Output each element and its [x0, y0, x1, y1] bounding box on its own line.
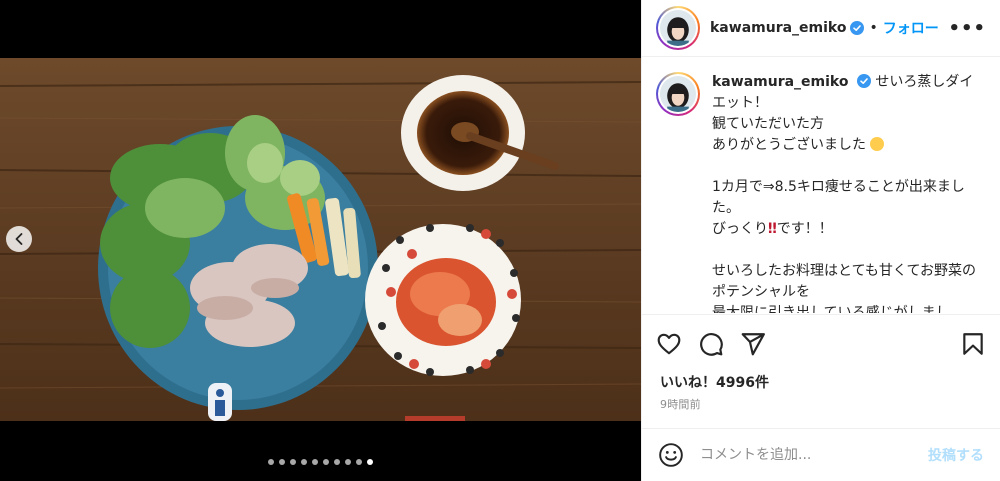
save-button[interactable]: [960, 331, 986, 357]
comment-input[interactable]: [700, 447, 928, 463]
emoji-button[interactable]: [658, 442, 684, 468]
comment-button[interactable]: [698, 331, 724, 357]
caption: kawamura_emiko せいろ蒸しダイエット！ 観ていただいた方 ありがと…: [656, 72, 986, 313]
more-options-button[interactable]: •••: [948, 18, 986, 39]
carousel-dot[interactable]: [301, 459, 307, 465]
carousel-dot[interactable]: [290, 459, 296, 465]
post-header: kawamura_emiko • フォロー •••: [642, 0, 1000, 57]
like-count[interactable]: いいね！4996件: [660, 372, 769, 392]
carousel-dot[interactable]: [334, 459, 340, 465]
carousel-dot[interactable]: [367, 459, 373, 465]
verified-badge-icon: [856, 74, 871, 88]
exclamation-emoji-icon: ‼: [768, 221, 777, 237]
carousel-dot[interactable]: [323, 459, 329, 465]
post-sidebar: kawamura_emiko • フォロー ••• kawamura_emiko…: [641, 0, 1000, 481]
share-icon: [741, 332, 765, 355]
chevron-left-icon: [15, 233, 23, 245]
avatar[interactable]: [656, 6, 700, 50]
caption-text: kawamura_emiko せいろ蒸しダイエット！ 観ていただいた方 ありがと…: [712, 72, 980, 313]
carousel-dot[interactable]: [356, 459, 362, 465]
caption-line: [712, 240, 980, 261]
comment-icon: [700, 332, 723, 356]
add-comment-bar: 投稿する: [642, 428, 1000, 481]
carousel-dot[interactable]: [279, 459, 285, 465]
caption-line: 最大限に引き出している感じがしまし: [712, 305, 950, 313]
follow-button[interactable]: フォロー: [883, 18, 939, 38]
comments-area[interactable]: kawamura_emiko せいろ蒸しダイエット！ 観ていただいた方 ありがと…: [642, 58, 1000, 313]
caption-line: びっくり‼です！！: [712, 221, 833, 237]
heart-icon: [657, 333, 681, 354]
profile-photo: [660, 76, 696, 112]
carousel-dot[interactable]: [312, 459, 318, 465]
bookmark-icon: [963, 332, 983, 355]
post-media: [0, 0, 641, 481]
verified-badge-icon: [850, 21, 865, 35]
post-photo: [0, 58, 641, 421]
like-button[interactable]: [656, 331, 682, 357]
caption-avatar[interactable]: [656, 72, 700, 116]
caption-line: 1カ月で⇒8.5キロ痩せることが出来ました。: [712, 179, 965, 216]
post-timestamp[interactable]: 9時間前: [660, 396, 701, 412]
carousel-dots: [0, 459, 641, 465]
caption-username[interactable]: kawamura_emiko: [712, 74, 848, 90]
caption-line: ありがとうございました: [712, 135, 980, 156]
emoji-icon: [659, 443, 683, 467]
carousel-dot[interactable]: [345, 459, 351, 465]
caption-line: 観ていただいた方: [712, 116, 824, 132]
caption-line: せいろしたお料理はとても甘くてお野菜のポテンシャルを: [712, 263, 977, 300]
header-username[interactable]: kawamura_emiko: [710, 20, 846, 36]
caption-line: [712, 156, 980, 177]
profile-photo: [660, 10, 696, 46]
carousel-prev-button[interactable]: [6, 226, 32, 252]
header-separator: •: [869, 20, 878, 36]
action-bar: [642, 314, 1000, 372]
smile-emoji-icon: [870, 137, 885, 151]
carousel-dot[interactable]: [268, 459, 274, 465]
share-button[interactable]: [740, 331, 766, 357]
post-comment-button[interactable]: 投稿する: [928, 445, 984, 465]
